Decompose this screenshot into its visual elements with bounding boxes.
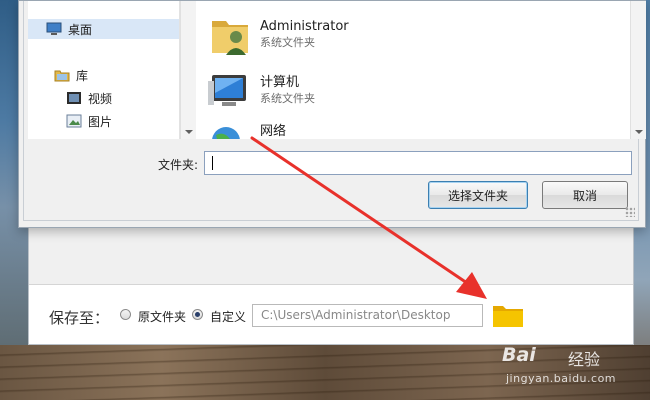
folder-name-computer: 计算机 [260, 75, 300, 90]
nav-item-library[interactable]: 库 [54, 65, 88, 85]
watermark-brand: Bai [502, 344, 536, 366]
video-icon [67, 92, 81, 104]
nav-label-desktop: 桌面 [68, 22, 93, 37]
folder-name-administrator: Administrator [260, 19, 349, 34]
radio-original-folder-label[interactable]: 原文件夹 [138, 308, 186, 325]
save-to-label: 保存至： [49, 309, 110, 327]
nav-label-video: 视频 [88, 91, 113, 106]
nav-item-pictures[interactable]: 图片 [66, 111, 112, 131]
nav-pane-scrollbar[interactable] [180, 1, 196, 139]
dialog-body: 桌面 库 视频 图片 Administrator 系统文件夹 计算机 系统文件夹… [23, 1, 646, 221]
desktop-icon [46, 22, 62, 35]
resize-grip-icon[interactable] [625, 207, 635, 217]
nav-item-desktop[interactable]: 桌面 [28, 19, 179, 39]
nav-item-video[interactable]: 视频 [66, 88, 112, 108]
nav-label-library: 库 [76, 68, 89, 83]
text-caret [212, 156, 213, 170]
watermark-brand-suffix: 经验 [568, 350, 601, 369]
computer-icon [208, 75, 246, 106]
folder-item-network[interactable]: 网络 [206, 121, 286, 139]
save-location-row: 保存至： 原文件夹 自定义 C:\Users\Administrator\Des… [29, 284, 633, 344]
network-icon [212, 127, 240, 139]
folder-name-input[interactable] [204, 151, 632, 175]
browse-folder-icon[interactable] [492, 302, 524, 328]
folder-type-administrator: 系统文件夹 [260, 36, 315, 49]
save-path-field[interactable]: C:\Users\Administrator\Desktop [252, 304, 483, 327]
radio-original-folder[interactable] [120, 309, 131, 320]
library-icon [54, 70, 70, 82]
radio-custom[interactable] [192, 309, 203, 320]
folder-type-computer: 系统文件夹 [260, 92, 315, 105]
nav-label-pictures: 图片 [88, 114, 113, 129]
navigation-pane: 桌面 库 视频 图片 [28, 1, 180, 139]
pictures-icon [66, 114, 82, 128]
scroll-down-icon[interactable] [185, 130, 193, 134]
folder-name-network: 网络 [260, 124, 287, 139]
select-folder-button[interactable]: 选择文件夹 [428, 181, 528, 209]
cancel-button[interactable]: 取消 [542, 181, 628, 209]
folder-field-label: 文件夹: [158, 158, 199, 172]
browse-folder-dialog: 桌面 库 视频 图片 Administrator 系统文件夹 计算机 系统文件夹… [18, 0, 646, 228]
folder-item-administrator[interactable]: Administrator 系统文件夹 [206, 11, 349, 61]
scroll-down-icon[interactable] [635, 130, 643, 134]
watermark-url: jingyan.baidu.com [506, 372, 617, 385]
content-pane-scrollbar[interactable] [630, 1, 646, 139]
folder-content-pane: Administrator 系统文件夹 计算机 系统文件夹 网络 [196, 1, 630, 139]
user-folder-icon [212, 21, 248, 55]
baidu-watermark: Bai 经验 jingyan.baidu.com [502, 342, 642, 394]
radio-custom-label[interactable]: 自定义 [210, 308, 246, 325]
folder-item-computer[interactable]: 计算机 系统文件夹 [206, 67, 315, 117]
